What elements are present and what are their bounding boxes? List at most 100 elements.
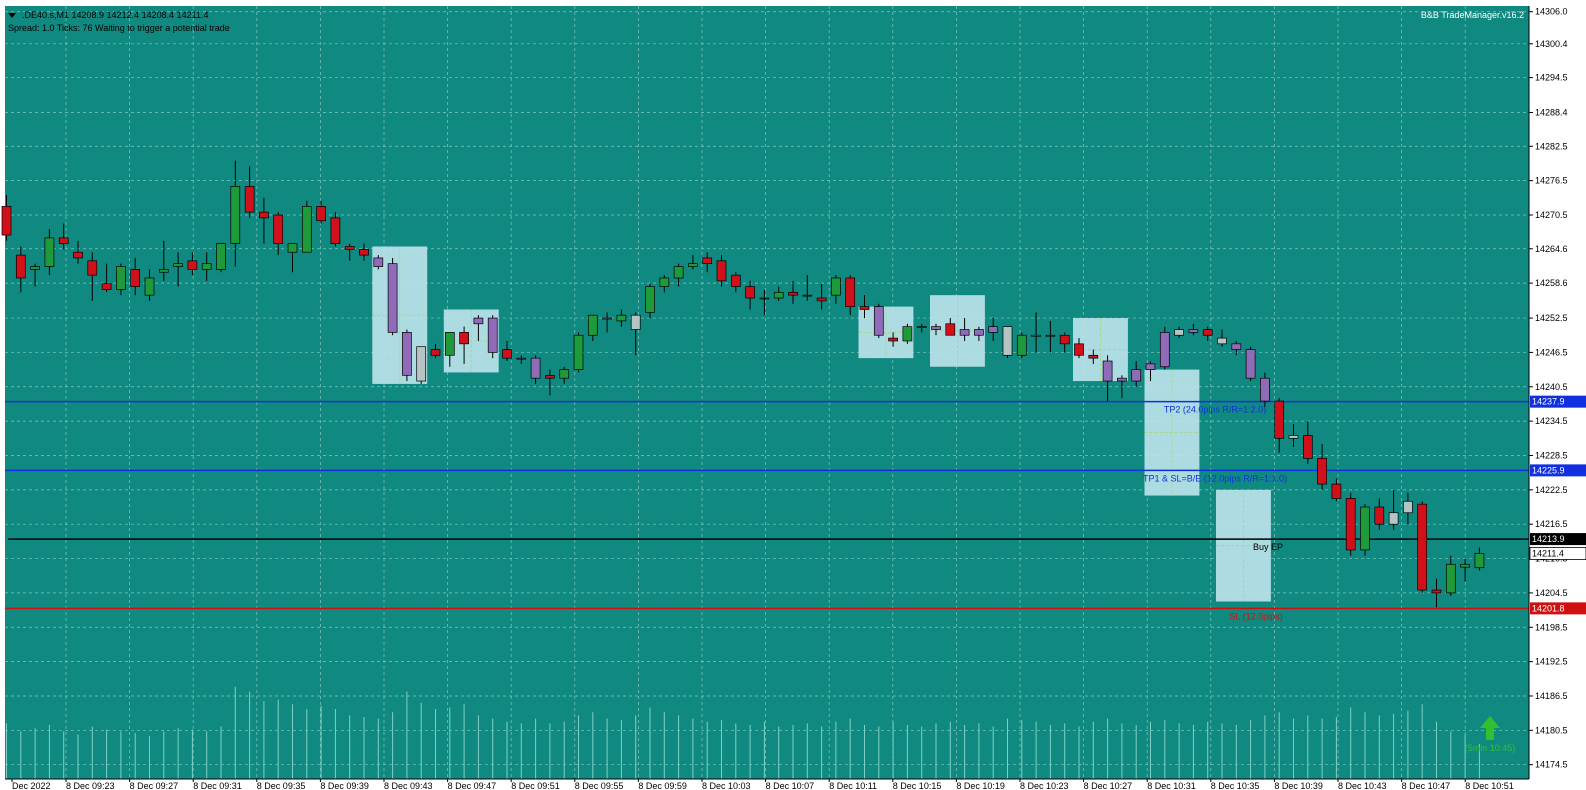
- candle-body: [1131, 369, 1142, 382]
- candle-body: [1102, 360, 1113, 382]
- candle-body: [645, 286, 655, 313]
- status-line: Spread: 1.0 Ticks: 76 Waiting to trigger…: [8, 23, 236, 34]
- candle-body: [959, 329, 970, 336]
- candle-body: [201, 263, 212, 270]
- status-text: Spread: 1.0 Ticks: 76 Waiting to trigger…: [8, 23, 230, 33]
- price-axis: 14306.0 14300.4 14294.5 14288.4 14282.5 14276…: [1528, 0, 1586, 790]
- candle-body: [773, 291, 784, 299]
- candle-body: [1174, 329, 1184, 336]
- candle-body: [287, 243, 298, 253]
- candle-body: [802, 294, 813, 297]
- price-tag-sl: 14201.8: [1532, 603, 1565, 613]
- price-tick-label: 14240.5: [1535, 382, 1568, 392]
- price-tick-label: 14264.6: [1535, 244, 1568, 254]
- candle-body: [1188, 329, 1199, 333]
- candle-body: [387, 263, 398, 333]
- candle-body: [1159, 332, 1170, 368]
- candle-body: [187, 260, 198, 270]
- candle-body: [15, 254, 26, 279]
- price-tick-label: 14234.5: [1535, 416, 1568, 426]
- candle-body: [487, 317, 498, 353]
- plot-background: [5, 6, 1529, 779]
- candle-body: [416, 346, 427, 382]
- price-tag-tp2: 14237.9: [1532, 397, 1565, 407]
- candle-body: [1431, 589, 1442, 594]
- price-tick-label: 14192.5: [1535, 657, 1568, 667]
- candle-body: [1088, 354, 1099, 359]
- candle-body: [1302, 435, 1313, 459]
- price-tick-label: 14288.4: [1535, 108, 1568, 118]
- candle-body: [1445, 563, 1456, 594]
- candle-body: [630, 314, 641, 330]
- time-tick-label: 8 Dec 10:39: [1274, 781, 1323, 790]
- price-tick-label: 14252.5: [1535, 313, 1568, 323]
- candle-body: [1002, 326, 1013, 356]
- candle-body: [845, 277, 856, 307]
- candle-body: [1260, 377, 1270, 402]
- price-tick-label: 14282.5: [1535, 141, 1568, 151]
- time-tick-label: 8 Dec 10:19: [956, 781, 1005, 790]
- candle-body: [931, 326, 941, 330]
- candle-body: [1074, 343, 1084, 356]
- candle-body: [359, 249, 369, 256]
- symbol-header[interactable]: .DE40.s,M1 14208.9 14212.4 14208.4 14211…: [8, 10, 214, 21]
- time-tick-label: Dec 2022: [12, 781, 51, 790]
- price-tick-label: 14228.5: [1535, 450, 1568, 460]
- price-tick-label: 14174.5: [1535, 760, 1568, 770]
- candle-body: [831, 277, 841, 296]
- candle-body: [1345, 498, 1356, 551]
- time-tick-label: 8 Dec 09:55: [575, 781, 624, 790]
- candle-body: [1, 206, 12, 236]
- candle-body: [702, 257, 713, 265]
- candle-body: [659, 277, 670, 287]
- candle-body: [101, 283, 112, 290]
- time-tick-label: 8 Dec 10:31: [1147, 781, 1196, 790]
- candle-body: [988, 326, 999, 333]
- candle-body: [573, 334, 584, 370]
- time-tick-label: 8 Dec 10:03: [702, 781, 751, 790]
- time-tick-label: 8 Dec 09:27: [130, 781, 179, 790]
- candle-body: [273, 214, 284, 244]
- candle-body: [816, 297, 827, 302]
- candle-body: [1317, 457, 1327, 485]
- collapse-triangle-icon[interactable]: [8, 13, 16, 19]
- candle-body: [1217, 337, 1227, 345]
- candle-body: [444, 332, 455, 356]
- time-tick-label: 8 Dec 10:27: [1084, 781, 1133, 790]
- candle-body: [1288, 435, 1299, 439]
- price-tick-label: 14204.5: [1535, 588, 1568, 598]
- candle-body: [1245, 349, 1256, 379]
- price-tick-label: 14246.5: [1535, 347, 1568, 357]
- candle-body: [602, 317, 612, 320]
- candle-body: [344, 246, 355, 250]
- price-tag-ep: 14213.9: [1532, 534, 1565, 544]
- price-tick-label: 14186.5: [1535, 691, 1568, 701]
- candle-body: [688, 263, 698, 267]
- candle-body: [1460, 563, 1470, 568]
- candle-body: [1360, 506, 1370, 551]
- candle-body: [173, 263, 183, 267]
- candle-body: [873, 306, 884, 336]
- candle-body: [759, 297, 770, 300]
- candle-body: [316, 206, 326, 222]
- candle-body: [1045, 334, 1056, 337]
- time-tick-label: 8 Dec 09:59: [638, 781, 687, 790]
- candle-body: [1403, 500, 1413, 514]
- candle-body: [716, 260, 727, 282]
- candle-body: [430, 349, 441, 356]
- candle-body: [158, 269, 169, 273]
- candle-body: [1331, 483, 1342, 499]
- candle-body: [788, 291, 798, 296]
- candle-body: [1145, 363, 1156, 370]
- candle-body: [902, 326, 913, 342]
- time-tick-label: 8 Dec 10:47: [1402, 781, 1451, 790]
- time-axis: Dec 2022 8 Dec 09:23 8 Dec 09:27 8 Dec 09:3…: [0, 778, 1529, 790]
- candle-body: [73, 251, 83, 259]
- candle-body: [1059, 334, 1070, 345]
- price-axis-bg: [1529, 0, 1586, 790]
- candle-body: [559, 369, 570, 379]
- price-chart[interactable]: TP2 (24.0pips R/R=1:2.0) TP1 & SL=B/E (12…: [0, 0, 1586, 790]
- candle-body: [244, 186, 255, 213]
- brand-label: B&B TradeManager.v16.2: [1421, 10, 1524, 20]
- candle-body: [516, 357, 527, 360]
